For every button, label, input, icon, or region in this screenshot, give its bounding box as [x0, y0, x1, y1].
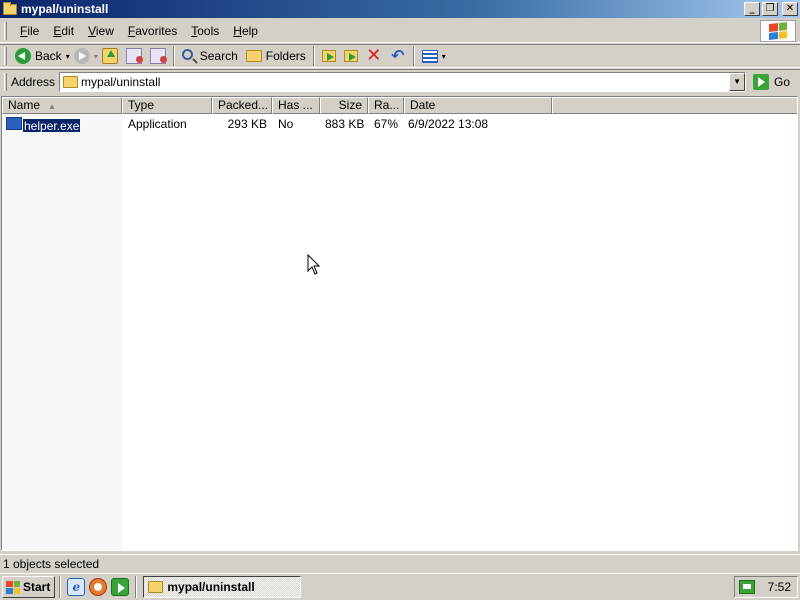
cell-name[interactable]: helper.exe [2, 116, 122, 132]
windows-logo-icon [760, 20, 796, 42]
delete-icon: ✕ [366, 45, 382, 66]
windows-logo-icon [6, 580, 20, 594]
address-grip[interactable] [4, 72, 7, 91]
views-icon [421, 49, 438, 63]
go-button[interactable]: Go [753, 73, 791, 90]
menu-tools[interactable]: Tools [184, 22, 226, 40]
column-header-ratio[interactable]: Ra... [368, 97, 404, 114]
ie-icon[interactable]: e [67, 578, 86, 596]
address-value[interactable]: mypal/uninstall [81, 75, 160, 89]
system-tray: 7:52 [734, 576, 798, 598]
column-header-packed[interactable]: Packed... [212, 97, 272, 114]
taskbar-separator [135, 576, 138, 598]
address-label: Address [11, 74, 56, 89]
start-label: Start [23, 580, 51, 594]
window-controls: _ ❐ ✕ [744, 2, 798, 16]
cell-type: Application [128, 117, 187, 131]
firefox-icon[interactable] [89, 578, 108, 596]
back-button[interactable]: Back [11, 46, 66, 66]
cell-has: No [278, 117, 294, 131]
window-title: mypal/uninstall [21, 2, 109, 16]
test-button[interactable] [146, 46, 170, 66]
undo-icon: ↶ [391, 46, 405, 65]
close-button[interactable]: ✕ [782, 2, 798, 16]
extract-icon [125, 48, 143, 64]
folders-button[interactable]: Folders [242, 46, 310, 66]
toolbar-separator [172, 46, 175, 66]
address-input[interactable]: mypal/uninstall ▼ [59, 71, 747, 92]
go-icon [753, 73, 770, 90]
folders-label: Folders [265, 49, 306, 63]
back-label: Back [35, 49, 62, 63]
folder-icon [63, 75, 79, 88]
up-button[interactable] [98, 46, 122, 66]
go-label: Go [774, 74, 791, 89]
sort-ascending-icon: ▲ [48, 102, 56, 111]
cursor-icon [307, 254, 321, 275]
column-headers: Name ▲ Type Packed... Has ... Size Ra... … [2, 97, 797, 114]
standard-toolbar: Back ▾ ▾ Search Folders ✕ ↶ ▾ [0, 44, 800, 68]
title-bar[interactable]: mypal/uninstall _ ❐ ✕ [0, 0, 800, 18]
menu-grip[interactable] [4, 21, 7, 40]
start-button[interactable]: Start [2, 576, 56, 598]
restore-button[interactable]: ❐ [762, 2, 778, 16]
undo-button[interactable]: ↶ [386, 46, 410, 66]
cell-ratio: 67% [373, 117, 398, 131]
status-text: 1 objects selected [3, 557, 100, 571]
column-header-type[interactable]: Type [122, 97, 212, 114]
column-header-size[interactable]: Size [320, 97, 368, 114]
file-list[interactable]: Name ▲ Type Packed... Has ... Size Ra... … [1, 96, 798, 551]
clock[interactable]: 7:52 [768, 580, 791, 594]
cell-date: 6/9/2022 13:08 [408, 117, 489, 131]
address-dropdown-button[interactable]: ▼ [729, 72, 746, 91]
menu-view[interactable]: View [81, 22, 121, 40]
column-header-name[interactable]: Name ▲ [2, 97, 122, 114]
toolbar-grip[interactable] [4, 47, 7, 65]
extract-button[interactable] [122, 46, 146, 66]
file-exe-icon [6, 117, 22, 130]
folder-icon [3, 1, 17, 15]
menu-favorites[interactable]: Favorites [121, 22, 184, 40]
forward-arrow-icon [73, 48, 90, 64]
network-icon[interactable] [739, 580, 755, 594]
views-button[interactable]: ▾ [418, 46, 450, 66]
taskbar-separator [59, 576, 62, 598]
search-button[interactable]: Search [178, 46, 242, 66]
taskbar: Start e mypal/uninstall 7:52 [0, 573, 800, 600]
search-icon [181, 49, 193, 60]
taskbar-window-label: mypal/uninstall [167, 580, 255, 594]
toolbar-separator [412, 46, 415, 66]
taskbar-window-button[interactable]: mypal/uninstall [143, 576, 302, 598]
views-dropdown-icon: ▾ [441, 51, 446, 61]
address-bar: Address mypal/uninstall ▼ Go [0, 69, 800, 93]
menu-edit[interactable]: Edit [46, 22, 81, 40]
copy-to-button[interactable] [340, 46, 362, 66]
column-header-date[interactable]: Date [404, 97, 552, 114]
file-name[interactable]: helper.exe [21, 118, 82, 132]
test-icon [149, 48, 167, 64]
toolbar-separator [312, 46, 315, 66]
folders-icon [245, 50, 262, 62]
up-folder-icon [101, 48, 118, 64]
search-label: Search [199, 49, 238, 63]
name-column-shade [2, 114, 122, 550]
menu-help[interactable]: Help [226, 22, 265, 40]
copy-to-icon [343, 50, 358, 62]
forward-button[interactable] [70, 46, 94, 66]
minimize-button[interactable]: _ [744, 2, 760, 16]
launcher-icon[interactable] [111, 578, 130, 596]
table-row[interactable]: helper.exe Application 293 KB No 883 KB … [2, 116, 552, 132]
menu-file[interactable]: File [13, 22, 46, 40]
menu-bar: File Edit View Favorites Tools Help [0, 19, 800, 43]
cell-packed: 293 KB [227, 117, 267, 131]
column-header-has[interactable]: Has ... [272, 97, 320, 114]
column-header-empty [552, 97, 797, 114]
status-bar: 1 objects selected [0, 554, 800, 572]
folder-icon [148, 581, 164, 593]
cell-size: 883 KB [325, 117, 365, 131]
move-to-button[interactable] [318, 46, 340, 66]
delete-button[interactable]: ✕ [362, 46, 386, 66]
move-to-icon [321, 50, 336, 62]
back-arrow-icon [15, 48, 31, 64]
